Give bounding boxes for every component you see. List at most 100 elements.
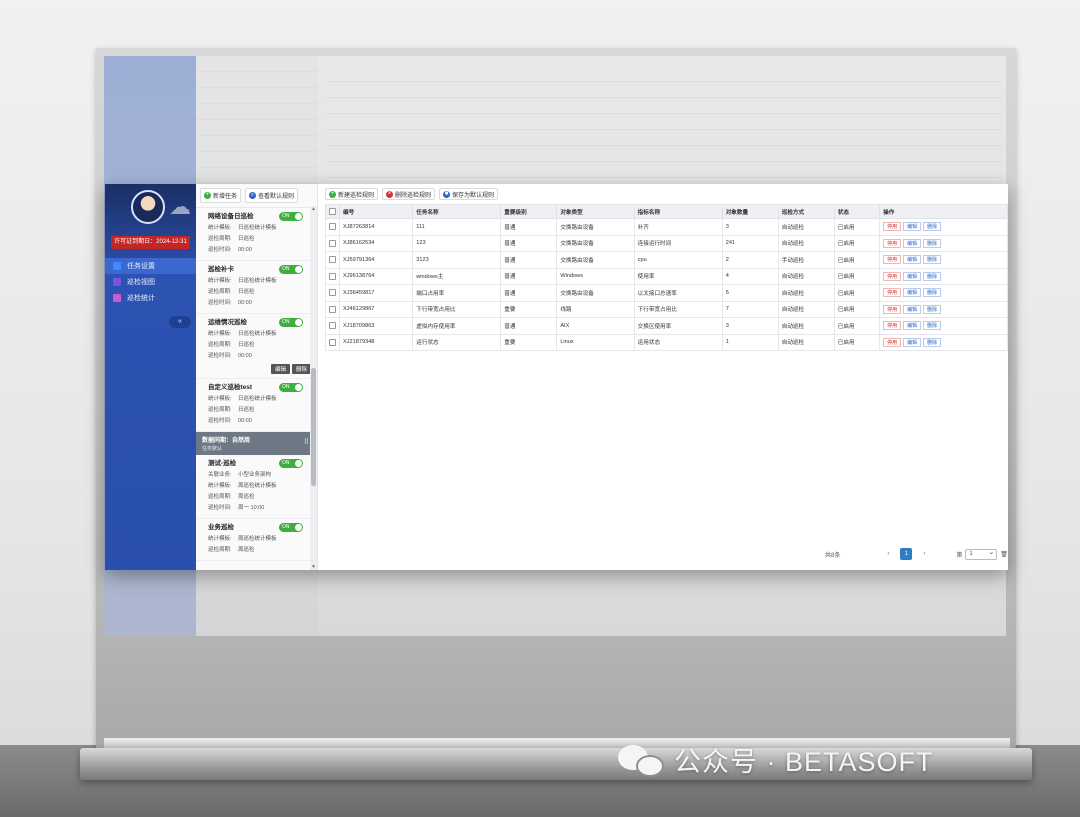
stop-rule-button[interactable]: 停用 <box>883 321 902 331</box>
prev-page-button[interactable]: ‹ <box>882 548 894 560</box>
stop-rule-button[interactable]: 停用 <box>883 255 902 265</box>
edit-rule-button[interactable]: 编辑 <box>903 222 922 232</box>
select-all-checkbox[interactable] <box>325 204 340 219</box>
table-cell: 以太接口总速率 <box>633 284 723 302</box>
new-rule-button[interactable]: + 新建巡检规则 <box>325 188 379 200</box>
delete-rule-row-button[interactable]: 删除 <box>923 222 942 232</box>
scroll-up-icon[interactable]: ▲ <box>310 206 317 212</box>
delete-rule-row-button[interactable]: 删除 <box>923 255 942 265</box>
column-header[interactable]: 状态 <box>833 204 881 219</box>
task-card[interactable]: 测试-巡检 ON 关联业务: 小型业务架构 统计模板: 周巡检统计模板 巡检周期: 周巡检 巡检… <box>196 455 317 519</box>
table-row[interactable]: XJ87263814 111 普通 交换路由设备 补齐 3 自动巡检 已启用 停用 编辑 删除 <box>325 218 1008 236</box>
column-header[interactable]: 指标名称 <box>633 204 723 219</box>
table-cell: XJ18709863 <box>338 317 414 335</box>
next-page-button[interactable]: › <box>918 548 930 560</box>
edit-rule-button[interactable]: 编辑 <box>903 304 922 314</box>
sidebar-item-0[interactable]: 任务设置 <box>105 258 196 274</box>
edit-rule-button[interactable]: 编辑 <box>903 255 922 265</box>
delete-rule-row-button[interactable]: 删除 <box>923 288 942 298</box>
delete-rule-button[interactable]: × 删除巡检规则 <box>382 188 436 200</box>
column-header[interactable]: 对象数量 <box>721 204 779 219</box>
table-cell: AIX <box>556 317 635 335</box>
task-field: 统计模板: 周巡检统计模板 <box>208 534 311 545</box>
table-row[interactable]: XJ21879348 运行状态 重要 Linux 运用状态 1 自动巡检 已启用 停用 编辑 删除 <box>325 333 1008 351</box>
table-row[interactable]: XJ18709863 虚拟内存使用率 普通 AIX 交换区使用率 3 自动巡检 已启用 停用 编辑… <box>325 317 1008 335</box>
task-actions: 编辑 删除 <box>208 364 311 374</box>
column-header[interactable]: 对象类型 <box>556 204 635 219</box>
column-header[interactable]: 操作 <box>879 204 1008 219</box>
edit-task-button[interactable]: 编辑 <box>270 364 290 374</box>
task-card[interactable]: 巡检补卡 ON 统计模板: 日巡检统计模板 巡检周期: 日巡检 巡检时间: 00:00 <box>196 261 317 314</box>
edit-rule-button[interactable]: 编辑 <box>903 321 922 331</box>
edit-rule-button[interactable]: 编辑 <box>903 238 922 248</box>
table-row[interactable]: XJ96138764 windows主 普通 Windows 使用率 4 自动巡检 已启用 停用… <box>325 267 1008 285</box>
edit-rule-button[interactable]: 编辑 <box>903 288 922 298</box>
task-card[interactable]: 业务巡检 ON 统计模板: 周巡检统计模板 巡检周期: 周巡检 <box>196 519 317 561</box>
table-cell: 已启用 <box>833 251 881 269</box>
row-checkbox[interactable] <box>325 333 340 351</box>
wechat-icon <box>618 741 666 779</box>
view-default-rules-button[interactable]: ⌕ 查看默认规则 <box>245 188 299 203</box>
column-header[interactable]: 任务名称 <box>412 204 502 219</box>
delete-rule-row-button[interactable]: 删除 <box>923 271 942 281</box>
table-cell: 111 <box>412 218 502 236</box>
page-1-button[interactable]: 1 <box>900 548 913 560</box>
collapse-sidebar-button[interactable]: « <box>169 316 191 328</box>
task-enabled-toggle[interactable]: ON <box>279 212 303 221</box>
table-row[interactable]: XJ59791364 3123 普通 交换路由设备 cpu 2 手动巡检 已启用 停用 编辑 删除 <box>325 251 1008 269</box>
row-checkbox[interactable] <box>325 251 340 269</box>
delete-rule-row-button[interactable]: 删除 <box>923 337 942 347</box>
stop-rule-button[interactable]: 停用 <box>883 337 902 347</box>
column-header[interactable]: 重要级别 <box>500 204 558 219</box>
row-checkbox[interactable] <box>325 218 340 236</box>
edit-rule-button[interactable]: 编辑 <box>903 337 922 347</box>
edit-rule-button[interactable]: 编辑 <box>903 271 922 281</box>
task-field: 巡检时间: 00:00 <box>208 351 311 362</box>
delete-rule-row-button[interactable]: 删除 <box>923 238 942 248</box>
scroll-down-icon[interactable]: ▼ <box>310 564 317 570</box>
stop-rule-button[interactable]: 停用 <box>883 288 902 298</box>
avatar[interactable] <box>131 190 165 224</box>
table-row[interactable]: XJ46129867 下行带宽占用比 重要 线路 下行带宽占用比 7 自动巡检 已启用 停用 编辑… <box>325 300 1008 318</box>
task-enabled-toggle[interactable]: ON <box>279 523 303 532</box>
stop-rule-button[interactable]: 停用 <box>883 222 902 232</box>
table-cell: 7 <box>721 300 779 318</box>
task-card[interactable]: 自定义巡检test ON 统计模板: 日巡检统计模板 巡检周期: 日巡检 巡检时间: 00:0… <box>196 379 317 432</box>
task-field: 统计模板: 日巡检统计模板 <box>208 329 311 340</box>
new-rule-label: 新建巡检规则 <box>338 192 375 199</box>
task-enabled-toggle[interactable]: ON <box>279 318 303 327</box>
task-group-header[interactable]: 数据同期：自然周 任务默认 ⠿ <box>196 432 317 455</box>
task-enabled-toggle[interactable]: ON <box>279 459 303 468</box>
task-panel-scrollbar[interactable]: ▲ ▼ <box>310 206 317 570</box>
task-field: 关联业务: 小型业务架构 <box>208 470 311 481</box>
save-default-rule-label: 保存为默认规则 <box>452 192 495 199</box>
table-row[interactable]: XJ86162534 123 普通 交换路由设备 连接运行时间 241 自动巡检 已启用 停用编… <box>325 234 1008 252</box>
column-header[interactable]: 编号 <box>338 204 414 219</box>
stop-rule-button[interactable]: 停用 <box>883 271 902 281</box>
add-task-button[interactable]: + 新增任务 <box>200 188 242 203</box>
delete-task-button[interactable]: 删除 <box>291 364 311 374</box>
task-card[interactable]: 网络设备日巡检 ON 统计模板: 日巡检统计模板 巡检周期: 日巡检 巡检时间: 00:00 <box>196 208 317 261</box>
row-checkbox[interactable] <box>325 317 340 335</box>
scroll-thumb[interactable] <box>311 368 316 486</box>
table-row[interactable]: XJ36459817 端口占用率 普通 交换路由设备 以太接口总速率 5 自动巡检 已启用 停用… <box>325 284 1008 302</box>
sidebar-item-2[interactable]: 巡检统计 <box>105 290 196 306</box>
delete-rule-row-button[interactable]: 删除 <box>923 321 942 331</box>
task-card[interactable]: 运维情况巡检 ON 统计模板: 日巡检统计模板 巡检周期: 日巡检 巡检时间: 00:00 编辑… <box>196 314 317 379</box>
column-header[interactable]: 巡检方式 <box>777 204 835 219</box>
row-checkbox[interactable] <box>325 284 340 302</box>
grid-icon[interactable]: ⠿ <box>304 438 309 446</box>
task-enabled-toggle[interactable]: ON <box>279 265 303 274</box>
row-checkbox[interactable] <box>325 267 340 285</box>
delete-rule-row-button[interactable]: 删除 <box>923 304 942 314</box>
trash-icon[interactable]: 🗑 <box>1000 551 1008 558</box>
sidebar-item-1[interactable]: 巡检视图 <box>105 274 196 290</box>
row-checkbox[interactable] <box>325 234 340 252</box>
task-field-value: 日巡检统计模板 <box>238 278 277 284</box>
page-select[interactable]: 1 <box>965 548 998 560</box>
stop-rule-button[interactable]: 停用 <box>883 238 902 248</box>
task-enabled-toggle[interactable]: ON <box>279 383 303 392</box>
save-default-rule-button[interactable]: ■ 保存为默认规则 <box>439 188 499 200</box>
row-checkbox[interactable] <box>325 300 340 318</box>
stop-rule-button[interactable]: 停用 <box>883 304 902 314</box>
